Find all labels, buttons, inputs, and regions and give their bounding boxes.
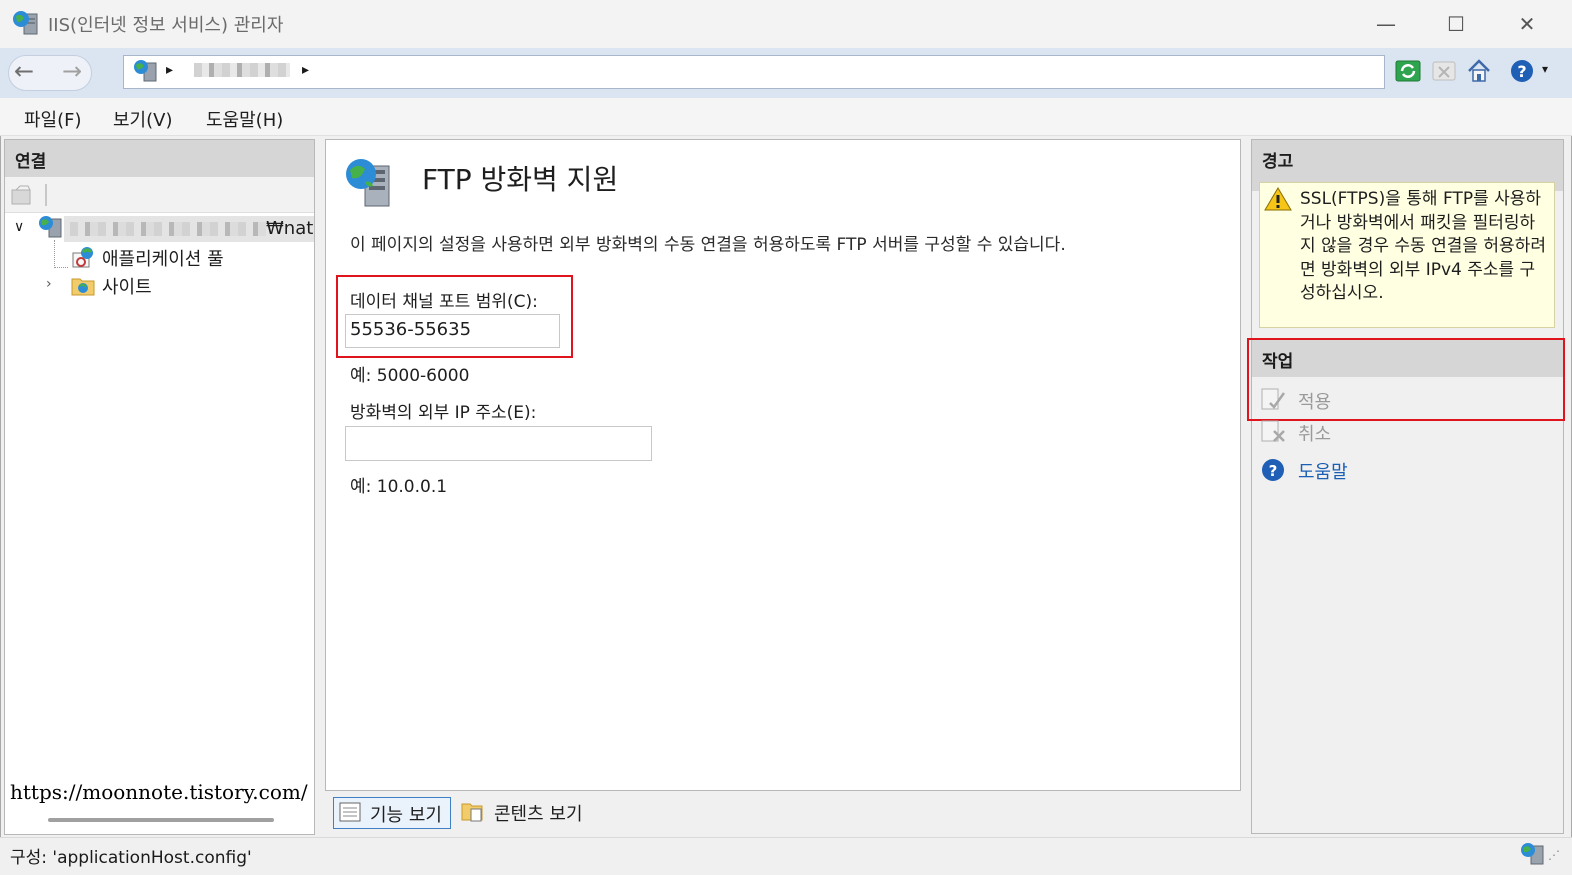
- tree-line: [54, 267, 68, 268]
- port-range-example: 예: 5000-6000: [350, 366, 470, 386]
- port-range-label: 데이터 채널 포트 범위(C):: [350, 292, 538, 312]
- tab-features-view-label: 기능 보기: [370, 805, 442, 826]
- breadcrumb-server-redacted[interactable]: [194, 63, 290, 77]
- tree-item-app-pools[interactable]: 애플리케이션 풀: [102, 245, 224, 271]
- window-title: IIS(인터넷 정보 서비스) 관리자: [48, 15, 284, 36]
- connections-toolbar: [5, 177, 314, 213]
- help-action-icon: ?: [1262, 459, 1284, 481]
- tree-line: [54, 240, 55, 268]
- help-dropdown-chevron-icon[interactable]: ▾: [1542, 62, 1548, 76]
- action-apply[interactable]: 적용: [1298, 388, 1331, 414]
- cancel-icon: [1261, 420, 1285, 442]
- connect-icon[interactable]: [10, 184, 34, 206]
- alert-message: SSL(FTPS)을 통해 FTP를 사용하거나 방화벽에서 패킷을 필터링하지…: [1300, 189, 1546, 303]
- sites-folder-icon: [71, 278, 95, 296]
- minimize-button[interactable]: —: [1366, 8, 1406, 40]
- status-server-icon: [1521, 843, 1544, 865]
- watermark-url: https://moonnote.tistory.com/: [10, 780, 308, 804]
- external-ip-input[interactable]: [345, 426, 652, 461]
- port-range-input[interactable]: 55536-55635: [345, 314, 560, 348]
- tree-item-sites[interactable]: 사이트: [102, 273, 152, 299]
- menu-help[interactable]: 도움말(H): [206, 106, 283, 132]
- connections-panel: 연결: [4, 139, 315, 835]
- warning-icon: [1264, 187, 1292, 211]
- maximize-button[interactable]: ☐: [1436, 8, 1476, 40]
- actions-highlight: [1247, 338, 1565, 421]
- content-view-icon: [461, 803, 483, 822]
- external-ip-label: 방화벽의 외부 IP 주소(E):: [350, 403, 537, 423]
- breadcrumb-separator-2[interactable]: ▸: [302, 62, 309, 78]
- tree-expand-chevron-icon[interactable]: ›: [46, 276, 52, 292]
- resize-grip-icon[interactable]: ⋰: [1548, 848, 1560, 862]
- action-cancel[interactable]: 취소: [1298, 420, 1331, 446]
- tree-collapse-chevron-icon[interactable]: ∨: [14, 219, 24, 235]
- back-arrow-icon[interactable]: ←: [14, 57, 34, 85]
- apply-icon: [1261, 388, 1286, 410]
- page-title: FTP 방화벽 지원: [422, 163, 619, 196]
- forward-arrow-icon[interactable]: →: [62, 57, 82, 85]
- page-description: 이 페이지의 설정을 사용하면 외부 방화벽의 수동 연결을 허용하도록 FTP…: [350, 235, 1066, 255]
- external-ip-example: 예: 10.0.0.1: [350, 477, 448, 497]
- menu-file[interactable]: 파일(F): [24, 106, 82, 132]
- svg-text:?: ?: [1269, 462, 1278, 480]
- status-config-text: 구성: 'applicationHost.config': [10, 848, 252, 868]
- svg-text:?: ?: [1517, 62, 1526, 81]
- app-pool-icon: [72, 247, 93, 268]
- server-node-icon: [39, 216, 62, 238]
- features-view-icon: [339, 802, 361, 822]
- server-name-redacted: [70, 222, 266, 236]
- server-name-suffix: ₩nati: [266, 218, 314, 239]
- server-icon: [134, 60, 157, 82]
- close-button[interactable]: ✕: [1507, 8, 1547, 40]
- horizontal-scrollbar[interactable]: [48, 818, 274, 822]
- breadcrumb-separator-1[interactable]: ▸: [166, 62, 173, 78]
- help-icon[interactable]: ?: [1508, 57, 1536, 85]
- address-bar[interactable]: [123, 55, 1385, 89]
- refresh-icon[interactable]: [1394, 57, 1422, 85]
- stop-icon[interactable]: [1430, 57, 1458, 85]
- tab-content-view-label: 콘텐츠 보기: [494, 804, 583, 825]
- action-help[interactable]: 도움말: [1298, 458, 1348, 484]
- iis-app-icon: [13, 11, 38, 35]
- toolbar-divider: [45, 184, 47, 206]
- menu-view[interactable]: 보기(V): [113, 106, 172, 132]
- home-icon[interactable]: [1465, 57, 1493, 85]
- ftp-firewall-icon: [346, 159, 390, 207]
